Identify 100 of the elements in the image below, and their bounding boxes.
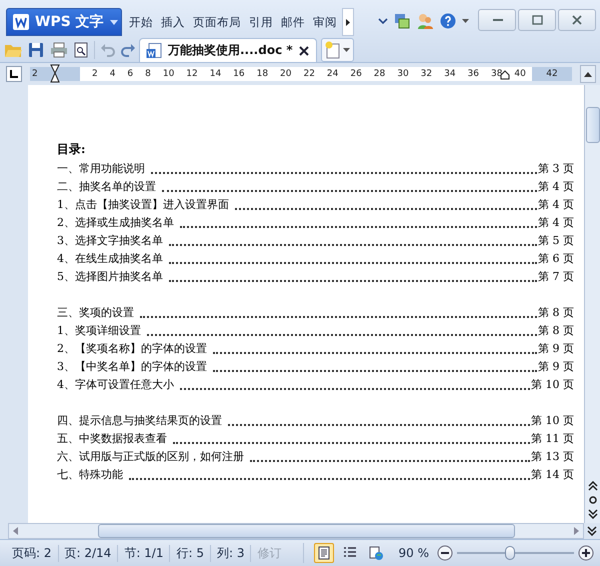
tab-stop-button[interactable] bbox=[6, 66, 22, 82]
view-button[interactable] bbox=[314, 543, 334, 563]
close-icon[interactable] bbox=[298, 46, 309, 56]
status-field: 节: 1/1 bbox=[118, 544, 170, 562]
status-field: 修订 bbox=[251, 544, 288, 562]
toc-heading: 目录: bbox=[57, 141, 86, 158]
maximize-icon bbox=[531, 14, 543, 26]
status-field: 列: 3 bbox=[210, 544, 252, 562]
toc-page-number: 第 6 页 bbox=[538, 251, 574, 267]
right-indent-marker-icon[interactable] bbox=[500, 70, 510, 80]
minimize-button[interactable] bbox=[478, 9, 516, 31]
close-icon bbox=[571, 14, 583, 26]
scroll-left-icon[interactable] bbox=[13, 527, 18, 535]
status-field: 页码: 2 bbox=[6, 544, 58, 562]
scroll-up-button[interactable] bbox=[580, 65, 596, 83]
ruler-number: 34 bbox=[444, 69, 456, 79]
page-view-icon bbox=[317, 546, 332, 560]
scroll-thumb[interactable] bbox=[98, 524, 515, 538]
save-icon[interactable] bbox=[28, 42, 44, 58]
ruler-number: 32 bbox=[420, 69, 432, 79]
menu-tab[interactable]: 引用 bbox=[246, 10, 276, 34]
scroll-thumb[interactable] bbox=[586, 107, 600, 143]
redo-icon[interactable] bbox=[121, 43, 135, 57]
document-tab[interactable]: 万能抽奖使用....doc * bbox=[139, 38, 317, 62]
ruler-number: 42 bbox=[546, 69, 558, 79]
toc-page-number: 第 13 页 bbox=[531, 449, 574, 465]
print-preview-icon[interactable] bbox=[74, 42, 88, 58]
toc-page-number: 第 8 页 bbox=[538, 305, 574, 321]
browse-object-icon[interactable] bbox=[588, 495, 598, 505]
toc-entry-title: 2、选择或生成抽奖名单 bbox=[57, 215, 174, 231]
status-field: 行: 5 bbox=[170, 544, 211, 562]
menu-tab[interactable]: 插入 bbox=[158, 10, 188, 34]
toc-entry-title: 4、字体可设置任意大小 bbox=[57, 377, 174, 393]
toc-entry-title: 二、抽奖名单的设置 bbox=[57, 179, 156, 195]
zoom-out-icon[interactable] bbox=[436, 545, 453, 561]
maximize-button[interactable] bbox=[518, 9, 556, 31]
toc-page-number: 第 10 页 bbox=[531, 377, 574, 393]
toc-entry-title: 5、选择图片抽奖名单 bbox=[57, 269, 163, 285]
document-icon bbox=[146, 42, 162, 58]
scroll-right-icon[interactable] bbox=[574, 527, 579, 535]
toc-entry-title: 4、在线生成抽奖名单 bbox=[57, 251, 163, 267]
app-menu-button[interactable]: WPS 文字 bbox=[6, 8, 122, 36]
toc-entry-title: 1、奖项详细设置 bbox=[57, 323, 141, 339]
ruler-number: 38 bbox=[490, 69, 502, 79]
menu-tab[interactable]: 页面布局 bbox=[190, 10, 244, 34]
zoom-percentage: 90 % bbox=[398, 546, 429, 560]
previous-page-icon[interactable] bbox=[588, 481, 598, 491]
app-logo-icon bbox=[13, 14, 29, 30]
menu-tab[interactable]: 邮件 bbox=[278, 10, 308, 34]
menu-tab[interactable]: 开始 bbox=[126, 10, 156, 34]
next-page-icon[interactable] bbox=[588, 509, 598, 519]
arrow-up-icon bbox=[584, 72, 592, 76]
scroll-tabs-button[interactable] bbox=[342, 8, 354, 36]
status-field: 页: 2/14 bbox=[58, 544, 118, 562]
toc-entry-title: 一、常用功能说明 bbox=[57, 161, 145, 177]
vertical-scrollbar[interactable] bbox=[584, 85, 600, 523]
ruler-number: 12 bbox=[186, 69, 198, 79]
ruler-number: 40 bbox=[514, 69, 526, 79]
zoom-in-icon[interactable] bbox=[578, 545, 594, 561]
toc-page-number: 第 10 页 bbox=[531, 413, 574, 429]
toc-page-number: 第 8 页 bbox=[538, 323, 574, 339]
toc-page-number: 第 11 页 bbox=[531, 431, 574, 447]
caret-icon bbox=[343, 48, 350, 52]
close-button[interactable] bbox=[558, 9, 596, 31]
outline-view-icon bbox=[343, 546, 358, 560]
chevron-down-icon[interactable] bbox=[378, 18, 388, 24]
arrow-right-icon bbox=[346, 18, 350, 26]
toc-page-number: 第 4 页 bbox=[538, 197, 574, 213]
indent-marker-icon[interactable] bbox=[50, 64, 60, 84]
slider-thumb[interactable] bbox=[504, 546, 515, 560]
ruler-number: 18 bbox=[256, 69, 268, 79]
ruler-number: 24 bbox=[326, 69, 338, 79]
toc-page-number: 第 14 页 bbox=[531, 467, 574, 483]
ruler-number: 22 bbox=[303, 69, 315, 79]
toc-page-number: 第 3 页 bbox=[538, 161, 574, 177]
horizontal-scrollbar[interactable] bbox=[8, 523, 584, 539]
ruler-number: 2 bbox=[32, 69, 38, 79]
toc-page-number: 第 4 页 bbox=[538, 215, 574, 231]
next-page-icon[interactable] bbox=[587, 526, 597, 536]
ruler-number: 30 bbox=[397, 69, 409, 79]
caret-icon[interactable] bbox=[462, 19, 469, 23]
toc-page-number: 第 9 页 bbox=[538, 359, 574, 375]
menu-tab[interactable]: 审阅 bbox=[310, 10, 340, 34]
ruler-number: 2 bbox=[92, 69, 98, 79]
ruler-number: 8 bbox=[145, 69, 151, 79]
ruler-number: 14 bbox=[210, 69, 222, 79]
toc-entry-title: 2、【奖项名称】的字体的设置 bbox=[57, 341, 207, 357]
caret-icon bbox=[110, 20, 118, 24]
printer-icon[interactable] bbox=[50, 42, 68, 58]
new-document-icon bbox=[325, 41, 341, 59]
ruler-number: 28 bbox=[374, 69, 386, 79]
ruler-number: 26 bbox=[350, 69, 362, 79]
toc-entry-title: 六、试用版与正式版的区别，如何注册 bbox=[57, 449, 244, 465]
toc-page-number: 第 7 页 bbox=[538, 269, 574, 285]
ruler-number: 4 bbox=[110, 69, 116, 79]
ruler-number: 10 bbox=[162, 69, 174, 79]
ruler-number: 6 bbox=[127, 69, 134, 79]
toc-entry-title: 3、选择文字抽奖名单 bbox=[57, 233, 163, 249]
help-icon[interactable] bbox=[440, 13, 456, 29]
windows-icon[interactable] bbox=[394, 13, 410, 29]
